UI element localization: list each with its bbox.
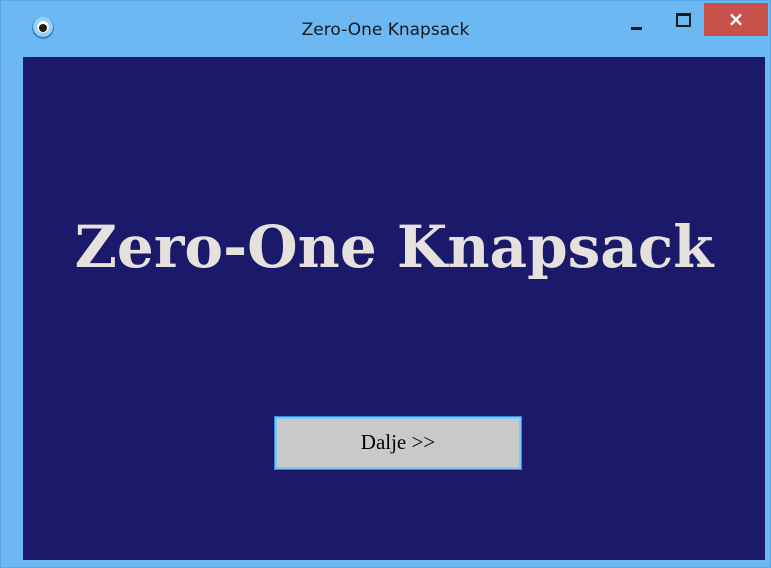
maximize-button[interactable] bbox=[662, 4, 700, 38]
close-button[interactable]: × bbox=[704, 3, 768, 36]
minimize-button[interactable] bbox=[618, 4, 656, 38]
app-heading: Zero-One Knapsack bbox=[74, 213, 714, 281]
next-button[interactable]: Dalje >> bbox=[274, 416, 522, 470]
main-panel: Zero-One Knapsack Dalje >> bbox=[23, 57, 765, 560]
title-bar[interactable]: Zero-One Knapsack × bbox=[1, 1, 770, 57]
app-window: Zero-One Knapsack × Zero-One Knapsack Da… bbox=[0, 0, 771, 568]
